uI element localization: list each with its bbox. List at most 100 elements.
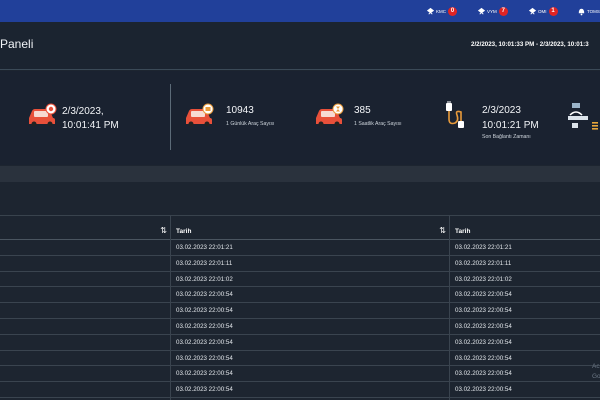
table-row: 03.02.2023 22:00:54 — [450, 351, 600, 367]
table-header-cell[interactable]: Tarih — [450, 215, 600, 240]
date-cell: 03.02.2023 22:00:54 — [455, 370, 512, 378]
table-row — [0, 382, 170, 398]
sort-icon[interactable]: ⇅ — [439, 226, 446, 235]
top-bar: KMC 0 VYM 7 OMI 1 TOMS — [0, 0, 600, 22]
table-header-cell: ⇅ — [0, 215, 170, 240]
notification-omi[interactable]: OMI 1 — [528, 4, 558, 18]
table-row — [0, 335, 170, 351]
network-devices-icon — [568, 103, 598, 130]
notification-kmc[interactable]: KMC 0 — [426, 4, 457, 18]
table-row — [0, 287, 170, 304]
column-header-label: Tarih — [455, 228, 471, 235]
watermark-line: Ac — [592, 363, 600, 370]
date-cell: 03.02.2023 22:01:02 — [176, 275, 233, 283]
table-row: 03.02.2023 22:00:54 — [171, 382, 449, 398]
notification-label: OMI — [538, 8, 547, 14]
road-sign-icon — [426, 7, 435, 15]
date-cell: 03.02.2023 22:01:11 — [455, 259, 512, 267]
page-header: Paneli 2/2/2023, 10:01:33 PM - 2/3/2023,… — [0, 22, 600, 70]
column-header-label: Tarih — [176, 228, 192, 235]
table-row: 03.02.2023 22:00:54 — [171, 319, 449, 335]
table-row: 03.02.2023 22:00:54 — [450, 303, 600, 319]
notification-vym[interactable]: VYM 7 — [477, 4, 508, 18]
last-connection-time: 10:01:21 PM — [482, 120, 539, 131]
table-col-tarih-2: Tarih 03.02.2023 22:01:21 03.02.2023 22:… — [450, 215, 600, 400]
table-row: 03.02.2023 22:00:54 — [450, 366, 600, 383]
car-clock-icon — [29, 103, 57, 127]
notification-label: VYM — [487, 8, 497, 14]
table-row: 03.02.2023 22:01:11 — [171, 256, 449, 272]
date-cell: 03.02.2023 22:00:54 — [455, 291, 512, 299]
date-cell: 03.02.2023 22:00:54 — [176, 370, 233, 378]
last-vehicle-time: 10:01:41 PM — [62, 120, 119, 131]
sort-icon[interactable]: ⇅ — [160, 226, 167, 235]
notification-badge: 1 — [548, 6, 558, 16]
table-row: 03.02.2023 22:01:02 — [171, 272, 449, 288]
date-cell: 03.02.2023 22:00:54 — [455, 307, 512, 315]
notification-badge: 0 — [448, 6, 457, 16]
table-row — [0, 303, 170, 319]
section-band — [0, 166, 600, 182]
date-cell: 03.02.2023 22:01:21 — [455, 244, 512, 251]
road-sign-icon — [528, 7, 537, 15]
date-range[interactable]: 2/2/2023, 10:01:33 PM - 2/3/2023, 10:01:… — [471, 41, 589, 48]
notification-toms[interactable]: TOMS — [577, 4, 600, 18]
date-cell: 03.02.2023 22:00:54 — [455, 386, 512, 394]
table-row: 03.02.2023 22:01:02 — [450, 272, 600, 288]
bell-icon — [578, 8, 585, 15]
date-cell: 03.02.2023 22:00:54 — [176, 307, 233, 315]
table-row: 03.02.2023 22:00:54 — [450, 335, 600, 351]
date-cell: 03.02.2023 22:01:11 — [176, 259, 233, 267]
activation-watermark: Ac Go — [592, 362, 600, 382]
car-calendar-icon — [186, 103, 214, 127]
table-header-cell[interactable]: Tarih ⇅ — [171, 215, 449, 240]
date-cell: 03.02.2023 22:00:54 — [176, 386, 233, 394]
stats-divider — [170, 84, 171, 150]
daily-vehicle-label: 1 Günlük Araç Sayısı — [226, 121, 275, 127]
hourly-vehicle-label: 1 Saatlik Araç Sayısı — [354, 121, 402, 127]
date-cell: 03.02.2023 22:00:54 — [176, 291, 233, 299]
table-row — [0, 319, 170, 335]
table-row — [0, 351, 170, 367]
table-row: 03.02.2023 22:01:21 — [450, 240, 600, 256]
table-col-partial: ⇅ — [0, 215, 170, 400]
last-vehicle-date: 2/3/2023, — [62, 106, 104, 117]
table-col-tarih-1: Tarih ⇅ 03.02.2023 22:01:21 03.02.2023 2… — [171, 215, 449, 400]
connection-plug-icon — [446, 101, 464, 128]
date-cell: 03.02.2023 22:00:54 — [455, 322, 512, 330]
date-cell: 03.02.2023 22:00:54 — [455, 354, 512, 362]
date-cell: 03.02.2023 22:00:54 — [176, 338, 233, 346]
car-hourglass-icon — [316, 103, 344, 127]
last-connection-date: 2/3/2023 — [482, 105, 521, 116]
table-row: 03.02.2023 22:01:11 — [450, 256, 600, 272]
road-sign-icon — [477, 7, 486, 15]
date-cell: 03.02.2023 22:00:54 — [455, 338, 512, 346]
last-connection-label: Son Bağlantı Zamanı — [482, 134, 531, 140]
stats-panel: 2/3/2023, 10:01:41 PM 10943 1 Günlük Ara… — [0, 71, 600, 165]
date-cell: 03.02.2023 22:01:02 — [455, 275, 512, 283]
watermark-line: Go — [592, 373, 600, 380]
table-row — [0, 256, 170, 272]
table-row: 03.02.2023 22:00:54 — [171, 366, 449, 383]
table-row: 03.02.2023 22:00:54 — [171, 303, 449, 319]
table-row: 03.02.2023 22:00:54 — [171, 287, 449, 304]
table-row: 03.02.2023 22:00:54 — [171, 335, 449, 351]
date-cell: 03.02.2023 22:00:54 — [176, 354, 233, 362]
table-row: 03.02.2023 22:00:54 — [450, 287, 600, 304]
table-row: 03.02.2023 22:00:54 — [450, 319, 600, 335]
date-cell: 03.02.2023 22:01:21 — [176, 244, 233, 251]
notification-badge: 7 — [498, 6, 508, 16]
table-row — [0, 240, 170, 256]
daily-vehicle-count: 10943 — [226, 105, 254, 116]
notification-label: KMC — [436, 8, 446, 14]
table-row: 03.02.2023 22:00:54 — [171, 351, 449, 367]
table-row — [0, 366, 170, 383]
table-row — [0, 272, 170, 288]
date-cell: 03.02.2023 22:00:54 — [176, 322, 233, 330]
table-row: 03.02.2023 22:00:54 — [450, 382, 600, 398]
notification-label: TOMS — [587, 8, 600, 14]
hourly-vehicle-count: 385 — [354, 105, 371, 116]
table-row: 03.02.2023 22:01:21 — [171, 240, 449, 256]
data-tables: ⇅ Tarih ⇅ 03.02.2023 22:01:21 03.02.2023… — [0, 215, 600, 400]
page-title: Paneli — [0, 37, 34, 51]
